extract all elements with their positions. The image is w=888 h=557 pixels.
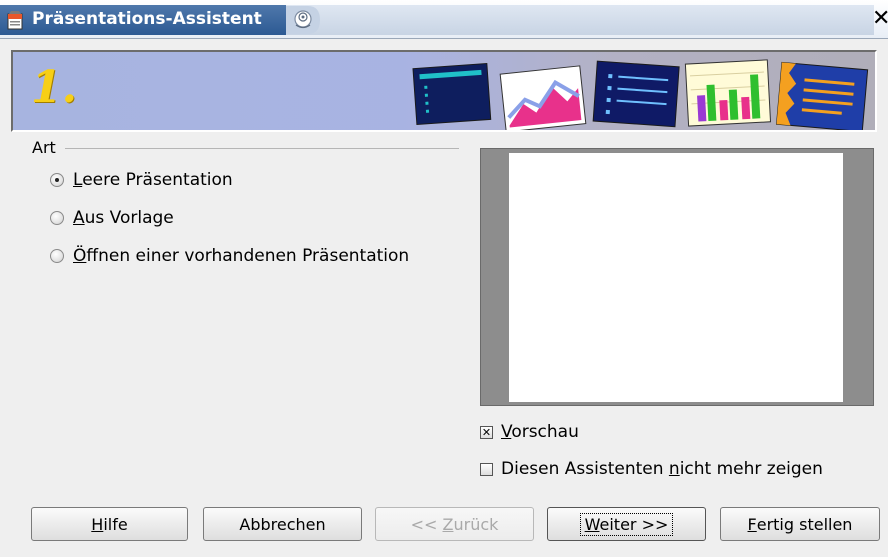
preview-page (509, 153, 843, 402)
label: Abbrechen (239, 514, 326, 534)
label-prefix: << (410, 514, 443, 534)
label-after: icht mehr zeigen (679, 459, 823, 479)
slide-outline-icon (412, 62, 492, 126)
radio-label: Leere Präsentation (73, 170, 233, 190)
art-group-label: Art (32, 138, 56, 157)
window-title: Präsentations-Assistent (32, 9, 262, 29)
slide-chart-mountain-icon (499, 65, 587, 130)
checkbox-unchecked[interactable] (480, 462, 493, 476)
back-button[interactable]: << Zurück (375, 507, 534, 541)
app-icon[interactable] (5, 10, 25, 30)
mnemonic: F (747, 514, 757, 534)
label-rest: eiter >> (599, 514, 669, 534)
radio-empty-presentation[interactable]: Leere Präsentation (50, 168, 233, 192)
preview-pane (480, 148, 874, 406)
slide-lines-icon (776, 61, 869, 130)
window-menu-icon[interactable] (286, 6, 320, 34)
radio-label: Aus Vorlage (73, 208, 174, 228)
label-rest: urück (453, 514, 499, 534)
slide-bar-chart-icon (684, 59, 772, 127)
art-group-divider (65, 148, 459, 149)
radio-button-checked[interactable] (50, 173, 64, 187)
mnemonic: Z (442, 514, 454, 534)
radio-button[interactable] (50, 211, 64, 225)
checkbox-dont-show-again[interactable]: Diesen Assistenten nicht mehr zeigen (480, 457, 823, 481)
mnemonic: n (668, 459, 680, 479)
step-number: 1. (31, 62, 77, 113)
title-bar[interactable]: Präsentations-Assistent ✕ (0, 0, 888, 39)
radio-button[interactable] (50, 249, 64, 263)
checkbox-label: Vorschau (501, 422, 579, 442)
checkbox-preview[interactable]: ✕ Vorschau (480, 420, 579, 444)
mnemonic: V (501, 422, 512, 442)
slide-bullets-icon (592, 60, 680, 128)
mnemonic: H (91, 514, 104, 534)
checkbox-label: Diesen Assistenten nicht mehr zeigen (501, 459, 823, 479)
radio-from-template[interactable]: Aus Vorlage (50, 206, 174, 230)
label-rest: eere Präsentation (82, 170, 233, 190)
title-bar-inactive-area (286, 5, 874, 35)
banner-art (412, 59, 869, 130)
finish-button[interactable]: Fertig stellen (720, 507, 880, 541)
checkbox-checked[interactable]: ✕ (480, 425, 493, 439)
mnemonic: L (73, 170, 83, 190)
radio-label: Öffnen einer vorhandenen Präsentation (73, 246, 409, 266)
label-rest: orschau (511, 422, 579, 442)
mnemonic: W (584, 514, 600, 534)
label-rest: ertig stellen (756, 514, 853, 534)
help-button[interactable]: Hilfe (31, 507, 188, 541)
label-before: Diesen Assistenten (501, 459, 669, 479)
label-rest: ffnen einer vorhandenen Präsentation (86, 246, 410, 266)
label-rest: us Vorlage (84, 208, 174, 228)
mnemonic: A (73, 208, 85, 228)
mnemonic: Ö (73, 246, 87, 266)
cancel-button[interactable]: Abbrechen (203, 507, 362, 541)
wizard-banner: 1. (11, 50, 877, 132)
radio-open-existing[interactable]: Öffnen einer vorhandenen Präsentation (50, 244, 409, 268)
label-rest: ilfe (103, 514, 128, 534)
next-button[interactable]: Weiter >> (547, 507, 706, 541)
focus-rect: Weiter >> (579, 512, 674, 536)
close-icon[interactable]: ✕ (872, 6, 888, 31)
